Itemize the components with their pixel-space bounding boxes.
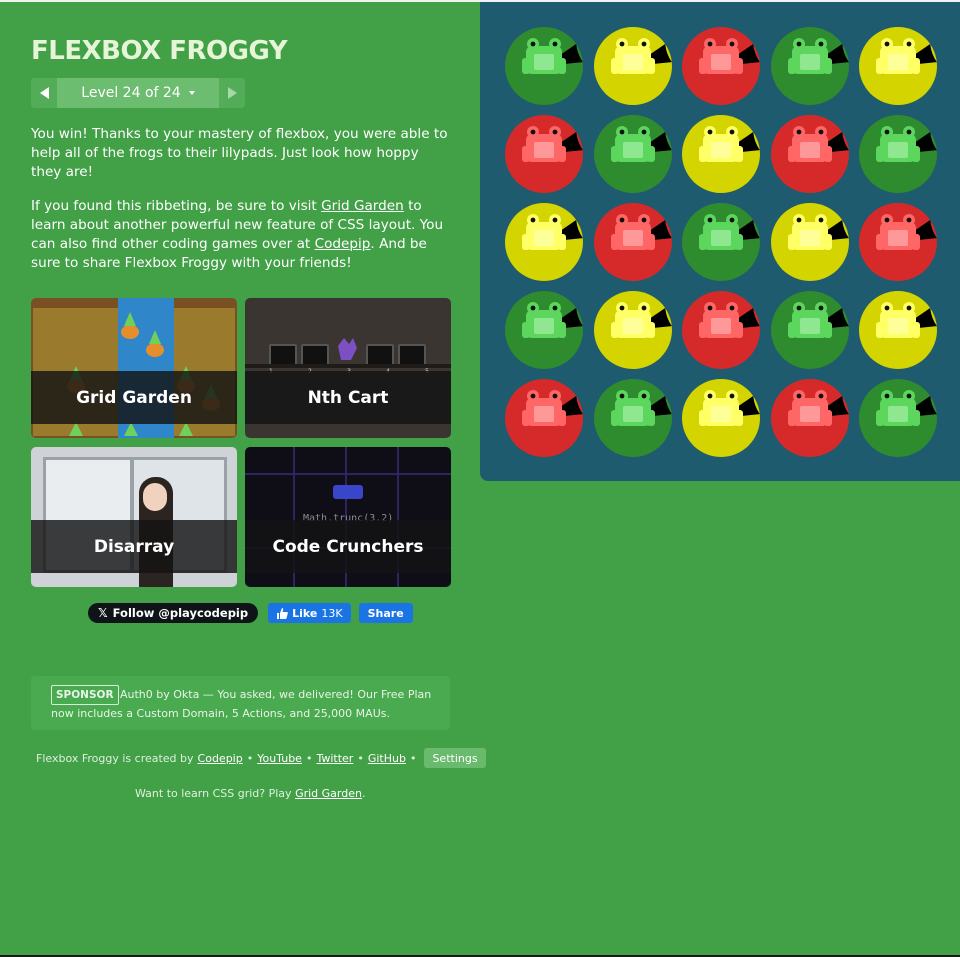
- game-card-label: Code Crunchers: [245, 520, 451, 573]
- footer-separator: •: [246, 751, 254, 765]
- game-card-nth-cart[interactable]: 1 2 3 4 5 Nth Cart: [245, 298, 451, 438]
- frog-on-lilypad-green: [770, 291, 849, 369]
- frog-on-lilypad-yellow: [682, 379, 760, 457]
- caret-down-icon: [188, 91, 195, 95]
- x-follow-button[interactable]: 𝕏 Follow @playcodepip: [88, 603, 259, 623]
- learn-suffix: .: [361, 787, 366, 800]
- frog-on-lilypad-yellow: [859, 27, 937, 105]
- frog-on-lilypad-green: [505, 291, 583, 369]
- frog-on-lilypad-red: [682, 27, 760, 105]
- x-logo-icon: 𝕏: [98, 606, 108, 620]
- footer-separator: •: [357, 751, 364, 765]
- learn-text: Want to learn CSS grid? Play: [135, 787, 296, 800]
- game-card-label: Disarray: [31, 520, 237, 573]
- grid-line: [245, 473, 451, 475]
- thumbs-up-icon: [277, 607, 288, 619]
- promo-paragraph: If you found this ribbeting, be sure to …: [31, 197, 451, 273]
- game-card-code-crunchers[interactable]: Math.trunc(3.2) Code Crunchers: [245, 447, 451, 587]
- facebook-share-button[interactable]: Share: [358, 603, 413, 623]
- frog-on-lilypad-yellow: [682, 115, 760, 193]
- pond-board: [480, 2, 960, 481]
- footer-link-github[interactable]: GitHub: [368, 752, 406, 765]
- x-follow-label: Follow @playcodepip: [112, 606, 249, 620]
- frog-on-lilypad-green: [593, 379, 672, 457]
- leaf-icon: [69, 422, 83, 436]
- frog-on-lilypad-green: [682, 203, 760, 281]
- footer-link-twitter[interactable]: Twitter: [316, 752, 353, 765]
- sponsor-box[interactable]: SPONSOR Auth0 by Okta — You asked, we de…: [31, 676, 450, 730]
- footer-link-codepip[interactable]: Codepip: [198, 752, 243, 765]
- footer-separator: •: [305, 751, 313, 765]
- carrot-icon: [121, 312, 139, 339]
- facebook-like-button[interactable]: Like 13K: [268, 603, 351, 623]
- carrot-icon: [146, 330, 164, 357]
- win-message: You win! Thanks to your mastery of flexb…: [31, 126, 448, 180]
- promo-text-1: If you found this ribbeting, be sure to …: [31, 198, 322, 214]
- codepip-link[interactable]: Codepip: [315, 236, 371, 252]
- page: FLEXBOX FROGGY Level 24 of 24 You win! T…: [0, 0, 960, 957]
- frog-on-lilypad-red: [505, 115, 583, 193]
- frog-on-lilypad-yellow: [505, 203, 583, 281]
- level-label: Level 24 of 24: [81, 85, 181, 101]
- frog-on-lilypad-green: [770, 27, 849, 105]
- game-card-label: Nth Cart: [245, 371, 451, 424]
- facebook-like-label: Like: [292, 606, 318, 620]
- frog-on-lilypad-red: [770, 379, 849, 457]
- sponsor-text-line1: Auth0 by Okta — You asked, we delivered!…: [120, 688, 432, 701]
- next-level-button[interactable]: [219, 78, 245, 108]
- level-dropdown[interactable]: Level 24 of 24: [57, 78, 219, 108]
- level-selector: Level 24 of 24: [31, 78, 245, 108]
- frog-on-lilypad-red: [682, 291, 760, 369]
- sponsor-tag: SPONSOR: [51, 685, 119, 705]
- leaf-icon: [124, 422, 138, 436]
- sponsor-text-line2: now includes a Custom Domain, 5 Actions,…: [51, 707, 390, 720]
- learn-grid-garden-link[interactable]: Grid Garden: [295, 787, 362, 800]
- arrow-left-icon: [39, 87, 49, 99]
- robot-icon: [333, 485, 363, 499]
- frog-on-lilypad-green: [859, 115, 937, 193]
- frog-on-lilypad-yellow: [593, 27, 672, 105]
- social-buttons: 𝕏 Follow @playcodepip Like 13K Share: [88, 603, 413, 623]
- character-face: [143, 483, 167, 511]
- footer-link-youtube[interactable]: YouTube: [257, 752, 302, 765]
- footer-separator: •: [409, 751, 417, 765]
- game-card-label: Grid Garden: [31, 371, 237, 424]
- grid-garden-link[interactable]: Grid Garden: [321, 198, 404, 214]
- frog-on-lilypad-red: [593, 203, 672, 281]
- sidebar: FLEXBOX FROGGY Level 24 of 24 You win! T…: [31, 30, 451, 273]
- frog-on-lilypad-green: [859, 379, 937, 457]
- frog-on-lilypad-red: [859, 203, 937, 281]
- cart-box: [366, 344, 394, 366]
- game-card-grid-garden[interactable]: Grid Garden: [31, 298, 237, 438]
- settings-button[interactable]: Settings: [424, 748, 486, 768]
- arrow-right-icon: [227, 87, 237, 99]
- game-card-disarray[interactable]: Disarray: [31, 447, 237, 587]
- cart-box: [398, 344, 426, 366]
- frog-on-lilypad-yellow: [593, 291, 672, 369]
- frog-on-lilypad-yellow: [770, 203, 849, 281]
- frog-on-lilypad-green: [593, 115, 672, 193]
- learn-grid-note: Want to learn CSS grid? Play Grid Garden…: [135, 787, 365, 800]
- leaf-icon: [179, 422, 193, 436]
- frog-on-lilypad-red: [505, 379, 583, 457]
- footer-credit: Flexbox Froggy is created by: [36, 751, 194, 765]
- frog-on-lilypad-green: [505, 27, 583, 105]
- footer: Flexbox Froggy is created by Codepip • Y…: [36, 748, 486, 768]
- page-title: FLEXBOX FROGGY: [31, 36, 288, 66]
- previous-level-button[interactable]: [31, 78, 57, 108]
- frog-on-lilypad-yellow: [859, 291, 937, 369]
- frog-on-lilypad-red: [770, 115, 849, 193]
- facebook-like-count: 13K: [321, 606, 343, 620]
